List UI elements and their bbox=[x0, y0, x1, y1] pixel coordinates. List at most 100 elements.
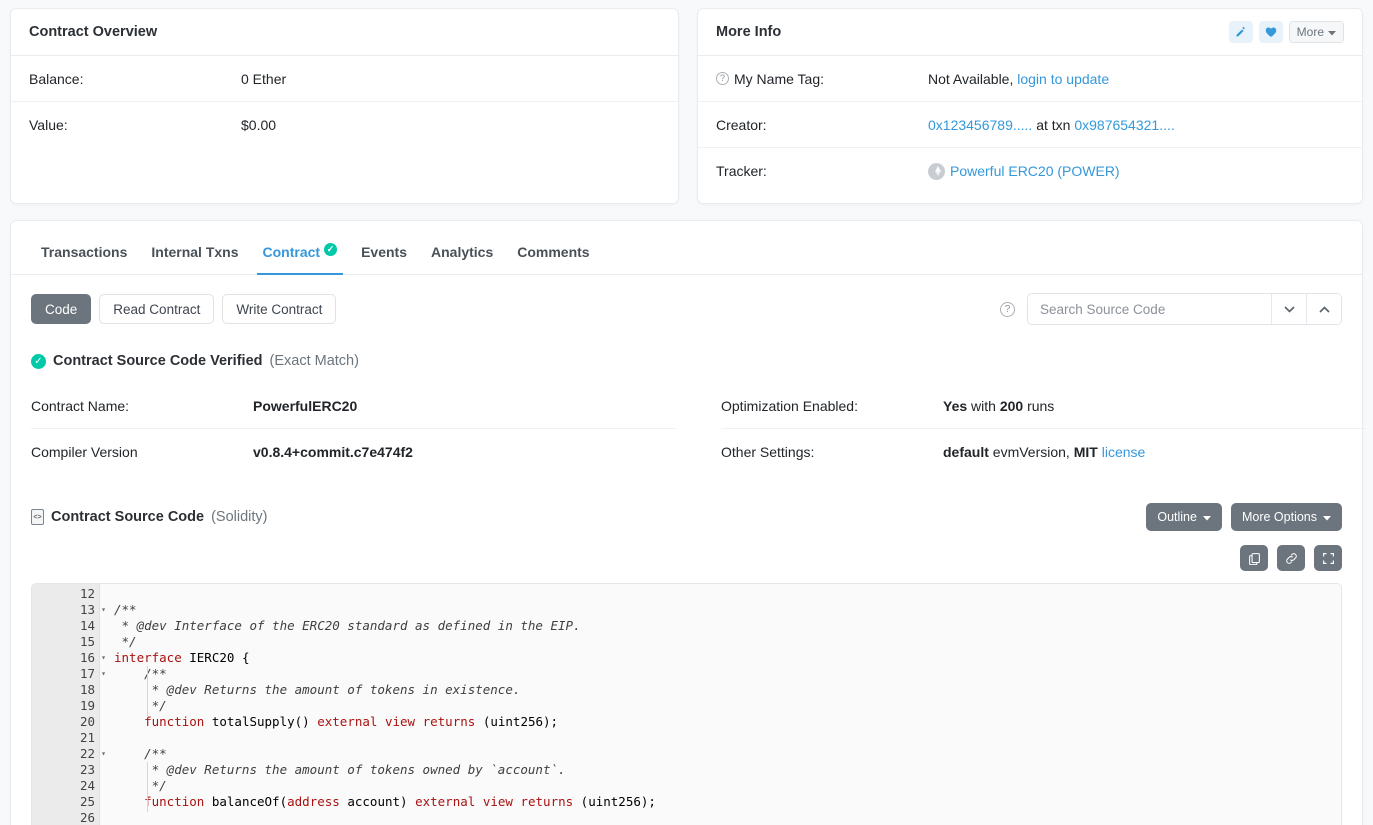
main-tab-bar: Transactions Internal Txns Contract ✓ Ev… bbox=[11, 221, 1362, 275]
editor-line-number: 12 bbox=[32, 586, 99, 602]
tab-transactions[interactable]: Transactions bbox=[29, 221, 139, 274]
editor-code-line bbox=[114, 810, 1341, 825]
source-code-title-group: <> Contract Source Code (Solidity) bbox=[31, 509, 268, 525]
optimization-mid: with bbox=[967, 398, 1000, 414]
magic-wand-icon[interactable] bbox=[1229, 21, 1253, 43]
source-code-header: <> Contract Source Code (Solidity) Outli… bbox=[11, 475, 1362, 531]
editor-code-line: * @dev Returns the amount of tokens in e… bbox=[114, 682, 1341, 698]
tab-transactions-label: Transactions bbox=[41, 244, 127, 260]
editor-code-line: /** bbox=[114, 602, 1341, 618]
search-input[interactable] bbox=[1028, 294, 1271, 324]
tab-contract[interactable]: Contract ✓ bbox=[251, 221, 350, 274]
editor-code-area[interactable]: /** * @dev Interface of the ERC20 standa… bbox=[100, 584, 1341, 825]
verification-status: ✓ Contract Source Code Verified (Exact M… bbox=[11, 325, 1362, 369]
tracker-token-link[interactable]: Powerful ERC20 (POWER) bbox=[950, 163, 1120, 179]
contract-details-left: Contract Name: PowerfulERC20 Compiler Ve… bbox=[31, 383, 676, 475]
subtab-read-contract[interactable]: Read Contract bbox=[99, 294, 214, 324]
more-options-label: More Options bbox=[1242, 510, 1317, 524]
question-circle-icon[interactable]: ? bbox=[716, 72, 729, 85]
tab-comments[interactable]: Comments bbox=[505, 221, 601, 274]
link-icon[interactable] bbox=[1277, 545, 1305, 571]
optimization-enabled: Yes bbox=[943, 398, 967, 414]
name-tag-label: ? My Name Tag: bbox=[716, 71, 928, 87]
indent-guide bbox=[147, 762, 148, 812]
source-search-area: ? bbox=[1000, 293, 1342, 325]
top-summary-row: Contract Overview Balance: 0 Ether Value… bbox=[0, 0, 1373, 204]
compiler-version-row: Compiler Version v0.8.4+commit.c7e474f2 bbox=[31, 429, 676, 475]
optimization-label: Optimization Enabled: bbox=[721, 398, 943, 414]
value-row: Value: $0.00 bbox=[11, 102, 678, 148]
creator-address-link[interactable]: 0x123456789..... bbox=[928, 117, 1032, 133]
copy-icon[interactable] bbox=[1240, 545, 1268, 571]
editor-code-line: /** bbox=[114, 746, 1341, 762]
fullscreen-icon[interactable] bbox=[1314, 545, 1342, 571]
editor-code-line: /** bbox=[114, 666, 1341, 682]
source-code-language: (Solidity) bbox=[211, 509, 267, 525]
search-next-button[interactable] bbox=[1271, 294, 1306, 324]
editor-line-number: 21 bbox=[32, 730, 99, 746]
value-value: $0.00 bbox=[241, 117, 276, 133]
subtab-code[interactable]: Code bbox=[31, 294, 91, 324]
contract-name-label: Contract Name: bbox=[31, 398, 253, 414]
source-code-editor[interactable]: 1213▾141516▾17▾1819202122▾23242526 /** *… bbox=[31, 583, 1342, 825]
evm-version-mid: evmVersion, bbox=[989, 444, 1074, 460]
search-prev-button[interactable] bbox=[1306, 294, 1341, 324]
editor-line-number: 15 bbox=[32, 634, 99, 650]
contract-details-right: Optimization Enabled: Yes with 200 runs … bbox=[721, 383, 1366, 475]
verified-check-icon: ✓ bbox=[324, 243, 337, 256]
more-dropdown-button[interactable]: More bbox=[1289, 21, 1344, 43]
editor-code-line bbox=[114, 730, 1341, 746]
editor-line-number: 17▾ bbox=[32, 666, 99, 682]
source-file-icon: <> bbox=[31, 509, 44, 525]
editor-line-number: 20 bbox=[32, 714, 99, 730]
tracker-value: Powerful ERC20 (POWER) bbox=[928, 163, 1120, 180]
more-dropdown-label: More bbox=[1297, 25, 1324, 39]
editor-code-line: interface IERC20 { bbox=[114, 650, 1341, 666]
compiler-version-value: v0.8.4+commit.c7e474f2 bbox=[253, 444, 413, 460]
chevron-down-icon bbox=[1203, 510, 1211, 524]
editor-line-number: 13▾ bbox=[32, 602, 99, 618]
code-toolbar: Code Read Contract Write Contract ? bbox=[11, 275, 1362, 325]
search-help-icon[interactable]: ? bbox=[1000, 302, 1015, 317]
other-settings-value: default evmVersion, MIT license bbox=[943, 444, 1145, 460]
more-options-button[interactable]: More Options bbox=[1231, 503, 1342, 531]
contract-main-panel: Transactions Internal Txns Contract ✓ Ev… bbox=[10, 220, 1363, 825]
other-settings-label: Other Settings: bbox=[721, 444, 943, 460]
tab-events[interactable]: Events bbox=[349, 221, 419, 274]
tab-internal-txns[interactable]: Internal Txns bbox=[139, 221, 250, 274]
editor-code-line: * @dev Returns the amount of tokens owne… bbox=[114, 762, 1341, 778]
editor-code-line bbox=[114, 586, 1341, 602]
tab-internal-txns-label: Internal Txns bbox=[151, 244, 238, 260]
subtab-write-contract[interactable]: Write Contract bbox=[222, 294, 336, 324]
outline-label: Outline bbox=[1157, 510, 1197, 524]
chevron-down-icon bbox=[1328, 25, 1336, 39]
editor-line-number: 16▾ bbox=[32, 650, 99, 666]
contract-name-value: PowerfulERC20 bbox=[253, 398, 357, 414]
code-mode-group: Code Read Contract Write Contract bbox=[31, 294, 336, 324]
balance-row: Balance: 0 Ether bbox=[11, 56, 678, 102]
source-tool-row bbox=[11, 531, 1362, 571]
editor-code-line: * @dev Interface of the ERC20 standard a… bbox=[114, 618, 1341, 634]
outline-button[interactable]: Outline bbox=[1146, 503, 1222, 531]
login-to-update-link[interactable]: login to update bbox=[1017, 71, 1109, 87]
search-source-box bbox=[1027, 293, 1342, 325]
editor-code-line: */ bbox=[114, 634, 1341, 650]
contract-overview-header: Contract Overview bbox=[11, 9, 678, 56]
contract-details-grid: Contract Name: PowerfulERC20 Compiler Ve… bbox=[11, 369, 1362, 475]
more-info-title: More Info bbox=[716, 24, 781, 40]
creator-txn-link[interactable]: 0x987654321.... bbox=[1074, 117, 1174, 133]
tab-analytics[interactable]: Analytics bbox=[419, 221, 505, 274]
optimization-tail: runs bbox=[1023, 398, 1054, 414]
tab-analytics-label: Analytics bbox=[431, 244, 493, 260]
contract-name-row: Contract Name: PowerfulERC20 bbox=[31, 383, 676, 429]
source-code-title: Contract Source Code bbox=[51, 509, 204, 525]
editor-line-number: 19 bbox=[32, 698, 99, 714]
tab-comments-label: Comments bbox=[517, 244, 589, 260]
heart-icon[interactable] bbox=[1259, 21, 1283, 43]
source-actions: Outline More Options bbox=[1146, 503, 1342, 531]
name-tag-row: ? My Name Tag: Not Available, login to u… bbox=[698, 56, 1362, 102]
license-link[interactable]: license bbox=[1102, 444, 1146, 460]
tab-events-label: Events bbox=[361, 244, 407, 260]
editor-line-number: 18 bbox=[32, 682, 99, 698]
name-tag-status: Not Available, bbox=[928, 71, 1013, 87]
